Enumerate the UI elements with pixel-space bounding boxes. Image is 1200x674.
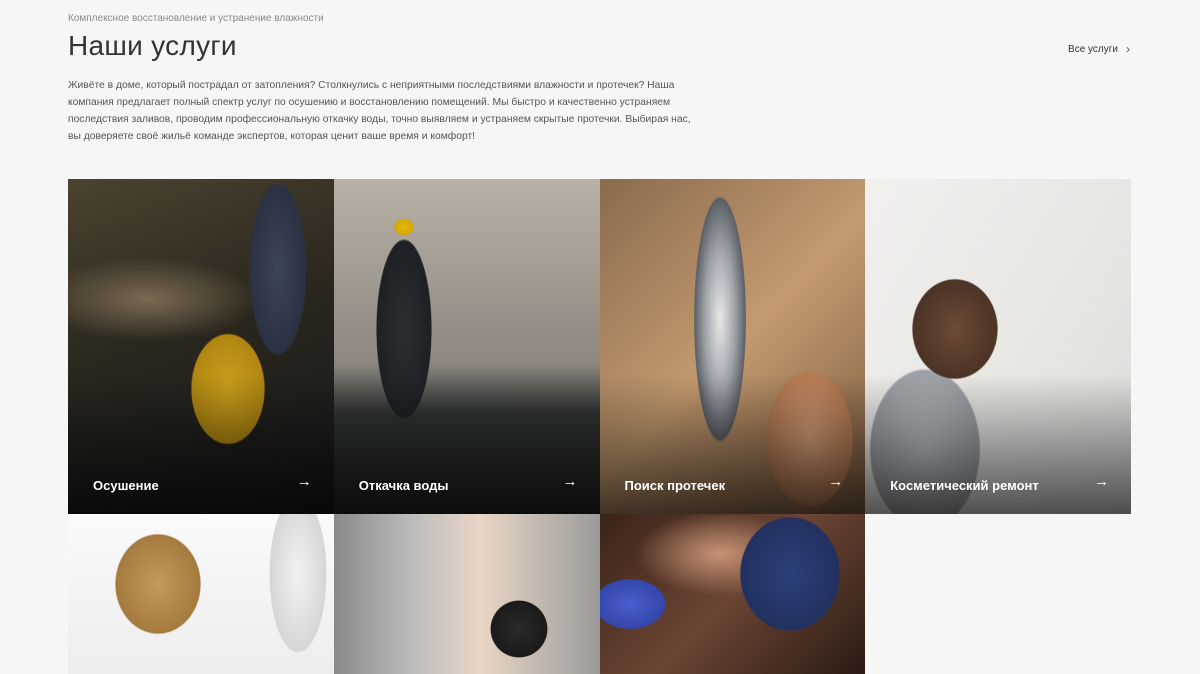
chevron-right-icon: › (1126, 42, 1130, 56)
services-grid: Осушение → Откачка воды → Поиск протечек… (68, 179, 1131, 674)
service-card-disinfection[interactable] (68, 514, 334, 674)
arrow-right-icon: → (1094, 473, 1109, 490)
service-card-water-pumping[interactable]: Откачка воды → (333, 179, 600, 514)
card-overlay (865, 374, 1131, 514)
service-card-plumbing[interactable] (333, 514, 600, 674)
service-card-label: Косметический ремонт (890, 478, 1039, 493)
arrow-right-icon: → (562, 473, 578, 490)
section-eyebrow: Комплексное восстановление и устранение … (68, 13, 324, 24)
card-overlay (599, 374, 866, 514)
service-card-leak-detection[interactable]: Поиск протечек → (599, 179, 866, 514)
service-card-cleaning[interactable] (599, 514, 866, 674)
arrow-right-icon: → (828, 473, 844, 490)
card-overlay (333, 374, 600, 514)
service-card-label: Осушение (93, 478, 159, 493)
service-card-label: Поиск протечек (624, 478, 726, 493)
service-card-label: Откачка воды (358, 478, 449, 493)
card-overlay (68, 374, 334, 514)
arrow-right-icon: → (296, 473, 312, 490)
service-card-drying[interactable]: Осушение → (68, 179, 334, 514)
section-description: Живёте в доме, который пострадал от зато… (68, 80, 691, 142)
all-services-label: Все услуги (1068, 43, 1118, 55)
page-title: Наши услуги (68, 30, 237, 61)
all-services-link[interactable]: Все услуги › (1068, 42, 1130, 56)
service-card-cosmetic-repair[interactable]: Косметический ремонт → (865, 179, 1131, 514)
